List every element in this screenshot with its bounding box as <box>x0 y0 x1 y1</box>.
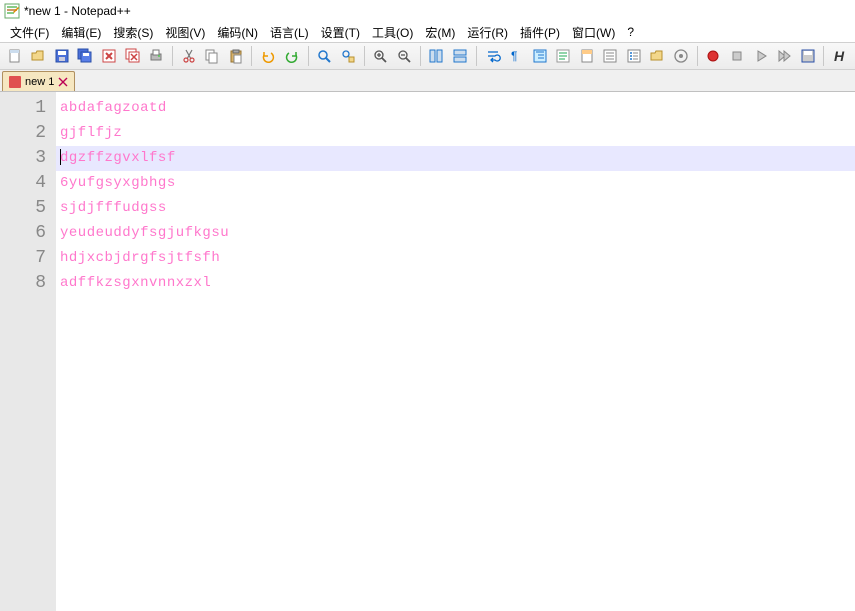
line-number: 2 <box>0 121 56 146</box>
stop-macro-button[interactable] <box>726 45 748 67</box>
toolbar-separator <box>697 46 698 66</box>
save-macro-button[interactable] <box>797 45 819 67</box>
close-icon[interactable] <box>58 77 68 87</box>
line-number-gutter: 12345678 <box>0 92 56 611</box>
code-line[interactable]: hdjxcbjdrgfsjtfsfh <box>56 246 855 271</box>
play-macro-button[interactable] <box>750 45 772 67</box>
line-number: 8 <box>0 271 56 296</box>
tab-new-1[interactable]: new 1 <box>2 71 75 91</box>
print-button[interactable] <box>145 45 167 67</box>
doc-map-button[interactable] <box>576 45 598 67</box>
code-line[interactable]: dgzffzgvxlfsf <box>56 146 855 171</box>
redo-button[interactable] <box>281 45 303 67</box>
toolbar-separator <box>823 46 824 66</box>
function-list-button[interactable] <box>623 45 645 67</box>
open-file-button[interactable] <box>28 45 50 67</box>
close-all-button[interactable] <box>122 45 144 67</box>
sync-hscroll-button[interactable] <box>449 45 471 67</box>
hex-button[interactable]: H <box>829 45 851 67</box>
line-number: 7 <box>0 246 56 271</box>
menu-view[interactable]: 视图(V) <box>159 22 211 43</box>
line-number: 3 <box>0 146 56 171</box>
menu-search[interactable]: 搜索(S) <box>107 22 159 43</box>
paste-button[interactable] <box>225 45 247 67</box>
toolbar-separator <box>172 46 173 66</box>
line-number: 5 <box>0 196 56 221</box>
line-number: 6 <box>0 221 56 246</box>
save-all-button[interactable] <box>75 45 97 67</box>
svg-text:¶: ¶ <box>511 49 517 63</box>
sync-vscroll-button[interactable] <box>426 45 448 67</box>
menu-file[interactable]: 文件(F) <box>4 22 55 43</box>
toolbar-separator <box>251 46 252 66</box>
folder-button[interactable] <box>647 45 669 67</box>
code-line[interactable]: gjflfjz <box>56 121 855 146</box>
menu-window[interactable]: 窗口(W) <box>566 22 621 43</box>
replace-button[interactable] <box>337 45 359 67</box>
save-button[interactable] <box>51 45 73 67</box>
text-caret <box>60 149 61 165</box>
wordwrap-button[interactable] <box>482 45 504 67</box>
editor: 12345678 abdafagzoatdgjflfjzdgzffzgvxlfs… <box>0 92 855 611</box>
toolbar: ¶ H <box>0 42 855 70</box>
unsaved-icon <box>9 76 21 88</box>
menu-run[interactable]: 运行(R) <box>461 22 514 43</box>
code-line[interactable]: abdafagzoatd <box>56 96 855 121</box>
menu-settings[interactable]: 设置(T) <box>315 22 366 43</box>
indent-guide-button[interactable] <box>529 45 551 67</box>
app-icon <box>4 3 20 19</box>
cut-button[interactable] <box>178 45 200 67</box>
menu-tools[interactable]: 工具(O) <box>366 22 419 43</box>
toolbar-separator <box>308 46 309 66</box>
svg-text:H: H <box>834 48 845 64</box>
undo-button[interactable] <box>257 45 279 67</box>
find-button[interactable] <box>314 45 336 67</box>
zoom-out-button[interactable] <box>393 45 415 67</box>
line-number: 4 <box>0 171 56 196</box>
code-area[interactable]: abdafagzoatdgjflfjzdgzffzgvxlfsf6yufgsyx… <box>56 92 855 611</box>
toolbar-separator <box>476 46 477 66</box>
close-button[interactable] <box>98 45 120 67</box>
tab-label: new 1 <box>25 76 54 88</box>
menu-edit[interactable]: 编辑(E) <box>55 22 107 43</box>
menu-help[interactable]: ? <box>621 23 640 41</box>
toolbar-separator <box>364 46 365 66</box>
code-line[interactable]: sjdjfffudgss <box>56 196 855 221</box>
doc-list-button[interactable] <box>599 45 621 67</box>
toolbar-separator <box>420 46 421 66</box>
menu-bar: 文件(F) 编辑(E) 搜索(S) 视图(V) 编码(N) 语言(L) 设置(T… <box>0 22 855 42</box>
record-macro-button[interactable] <box>703 45 725 67</box>
new-file-button[interactable] <box>4 45 26 67</box>
menu-plugins[interactable]: 插件(P) <box>514 22 566 43</box>
monitoring-button[interactable] <box>670 45 692 67</box>
window-title: *new 1 - Notepad++ <box>24 4 131 18</box>
copy-button[interactable] <box>201 45 223 67</box>
code-line[interactable]: yeudeuddyfsgjufkgsu <box>56 221 855 246</box>
tab-bar: new 1 <box>0 70 855 92</box>
menu-language[interactable]: 语言(L) <box>264 22 315 43</box>
play-multi-button[interactable] <box>773 45 795 67</box>
title-bar: *new 1 - Notepad++ <box>0 0 855 22</box>
code-line[interactable]: 6yufgsyxgbhgs <box>56 171 855 196</box>
menu-macro[interactable]: 宏(M) <box>419 22 461 43</box>
menu-encoding[interactable]: 编码(N) <box>211 22 264 43</box>
udl-button[interactable] <box>552 45 574 67</box>
line-number: 1 <box>0 96 56 121</box>
show-all-chars-button[interactable]: ¶ <box>505 45 527 67</box>
zoom-in-button[interactable] <box>370 45 392 67</box>
code-line[interactable]: adffkzsgxnvnnxzxl <box>56 271 855 296</box>
